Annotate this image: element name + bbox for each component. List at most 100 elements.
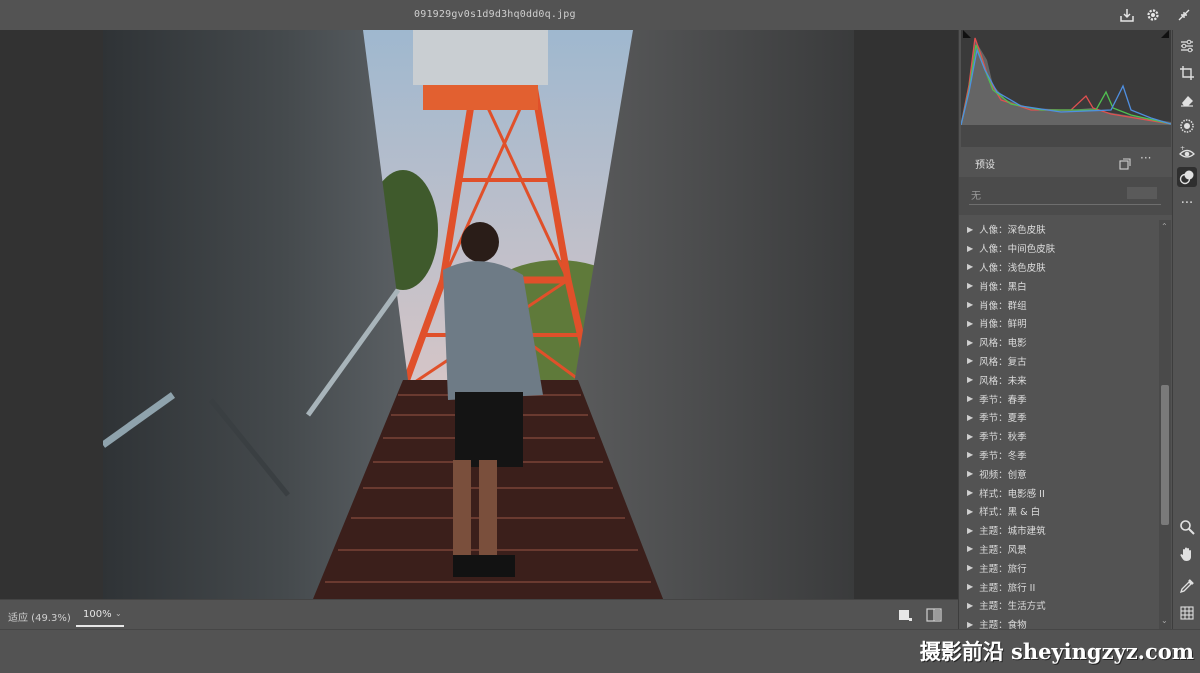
healing-eraser-icon[interactable] xyxy=(1177,90,1197,110)
preset-group-label: 风格：电影 xyxy=(979,338,1027,350)
preset-group-item[interactable]: ▶ 人像：中间色皮肤 xyxy=(959,239,1159,258)
preset-group-label: 主题：食物 xyxy=(979,620,1027,629)
crop-icon[interactable] xyxy=(1177,63,1197,83)
expand-triangle-icon[interactable]: ▶ xyxy=(967,544,973,553)
expand-triangle-icon[interactable]: ▶ xyxy=(967,450,973,459)
preset-group-item[interactable]: ▶ 风格：未来 xyxy=(959,370,1159,389)
eyedropper-icon[interactable] xyxy=(1177,576,1197,596)
expand-triangle-icon[interactable]: ▶ xyxy=(967,244,973,253)
svg-text:+: + xyxy=(1180,145,1185,152)
preset-group-item[interactable]: ▶ 季节：夏季 xyxy=(959,408,1159,427)
more-options-icon[interactable]: ··· xyxy=(1140,151,1151,165)
preset-group-label: 人像：浅色皮肤 xyxy=(979,262,1046,274)
preset-group-item[interactable]: ▶ 肖像：黑白 xyxy=(959,276,1159,295)
watermark-text: 摄影前沿 sheyingzyz.com xyxy=(919,639,1194,664)
expand-triangle-icon[interactable]: ▶ xyxy=(967,488,973,497)
expand-triangle-icon[interactable]: ▶ xyxy=(967,413,973,422)
preset-group-item[interactable]: ▶ 季节：冬季 xyxy=(959,446,1159,465)
preset-group-item[interactable]: ▶ 主题：旅行 II xyxy=(959,577,1159,596)
preset-scrollbar[interactable]: ⌃ ⌄ xyxy=(1159,220,1171,629)
preset-group-item[interactable]: ▶ 主题：风景 xyxy=(959,540,1159,559)
presets-icon[interactable] xyxy=(1177,167,1197,187)
zoom-dropdown[interactable]: 100% ⌄ xyxy=(76,603,124,627)
scroll-thumb[interactable] xyxy=(1161,385,1169,525)
expand-triangle-icon[interactable]: ▶ xyxy=(967,356,973,365)
preset-group-label: 肖像：群组 xyxy=(979,300,1027,312)
preset-group-item[interactable]: ▶ 视频：创意 xyxy=(959,464,1159,483)
preset-group-item[interactable]: ▶ 样式：黑 & 白 xyxy=(959,502,1159,521)
histogram-info-strip xyxy=(961,125,1171,147)
expand-triangle-icon[interactable]: ▶ xyxy=(967,507,973,516)
zoom-icon[interactable] xyxy=(1177,517,1197,537)
photo-image xyxy=(103,30,854,599)
single-view-icon[interactable] xyxy=(897,607,913,621)
scroll-down-icon[interactable]: ⌄ xyxy=(1161,616,1168,625)
expand-triangle-icon[interactable]: ▶ xyxy=(967,526,973,535)
expand-triangle-icon[interactable]: ▶ xyxy=(967,563,973,572)
preset-list: ▶ 人像：深色皮肤 ▶ 人像：中间色皮肤 ▶ 人像：浅色皮肤 ▶ 肖像：黑白 ▶ 肖像：群组 ▶ 肖像… xyxy=(959,220,1159,629)
gear-icon[interactable] xyxy=(1144,6,1162,24)
edit-sliders-icon[interactable] xyxy=(1177,36,1197,56)
expand-triangle-icon[interactable]: ▶ xyxy=(967,338,973,347)
export-icon[interactable] xyxy=(1118,6,1136,24)
expand-triangle-icon[interactable]: ▶ xyxy=(967,375,973,384)
preset-search-input[interactable]: 无 xyxy=(971,187,981,202)
preset-group-label: 季节：秋季 xyxy=(979,432,1027,444)
image-canvas[interactable] xyxy=(0,30,958,599)
preset-group-item[interactable]: ▶ 主题：旅行 xyxy=(959,558,1159,577)
preset-group-label: 人像：中间色皮肤 xyxy=(979,244,1056,256)
preset-group-label: 季节：冬季 xyxy=(979,450,1027,462)
preset-group-item[interactable]: ▶ 风格：复古 xyxy=(959,352,1159,371)
expand-triangle-icon[interactable]: ▶ xyxy=(967,262,973,271)
collapse-icon[interactable] xyxy=(1175,6,1193,24)
canvas-status-bar: 适应 (49.3%) 100% ⌄ xyxy=(0,599,958,629)
preset-group-label: 肖像：鲜明 xyxy=(979,319,1027,331)
right-panel: 预设 ··· 无 ▶ 人像：深色皮肤 ▶ 人像：中间色皮肤 ▶ 人像：浅色皮肤 ▶ 肖像：黑白… xyxy=(958,30,1173,629)
preset-group-label: 主题：旅行 xyxy=(979,563,1027,575)
expand-triangle-icon[interactable]: ▶ xyxy=(967,281,973,290)
preset-group-item[interactable]: ▶ 季节：春季 xyxy=(959,389,1159,408)
presets-header: 预设 ··· xyxy=(959,147,1173,177)
grid-icon[interactable] xyxy=(1177,603,1197,623)
preset-group-label: 主题：生活方式 xyxy=(979,601,1046,613)
preset-amount-field[interactable] xyxy=(1127,187,1157,199)
photo-preview[interactable] xyxy=(103,30,854,599)
preset-group-item[interactable]: ▶ 人像：浅色皮肤 xyxy=(959,258,1159,277)
preset-amount-slider[interactable] xyxy=(969,204,1161,205)
preset-group-item[interactable]: ▶ 主题：城市建筑 xyxy=(959,521,1159,540)
expand-triangle-icon[interactable]: ▶ xyxy=(967,432,973,441)
preset-group-item[interactable]: ▶ 主题：食物 xyxy=(959,615,1159,629)
preset-group-label: 主题：风景 xyxy=(979,544,1027,556)
fit-zoom-label[interactable]: 适应 (49.3%) xyxy=(8,609,71,624)
expand-triangle-icon[interactable]: ▶ xyxy=(967,225,973,234)
hand-icon[interactable] xyxy=(1177,544,1197,564)
preset-group-label: 主题：城市建筑 xyxy=(979,526,1046,538)
preset-group-item[interactable]: ▶ 季节：秋季 xyxy=(959,427,1159,446)
zoom-value: 100% xyxy=(83,609,112,620)
preset-group-label: 季节：春季 xyxy=(979,394,1027,406)
preset-group-item[interactable]: ▶ 肖像：群组 xyxy=(959,295,1159,314)
preset-group-item[interactable]: ▶ 肖像：鲜明 xyxy=(959,314,1159,333)
expand-triangle-icon[interactable]: ▶ xyxy=(967,469,973,478)
preset-group-label: 人像：深色皮肤 xyxy=(979,225,1046,237)
preset-group-label: 季节：夏季 xyxy=(979,413,1027,425)
histogram xyxy=(960,30,1172,126)
mask-icon[interactable] xyxy=(1177,116,1197,136)
preset-group-item[interactable]: ▶ 样式：电影感 II xyxy=(959,483,1159,502)
expand-triangle-icon[interactable]: ▶ xyxy=(967,582,973,591)
expand-triangle-icon[interactable]: ▶ xyxy=(967,394,973,403)
preset-group-item[interactable]: ▶ 风格：电影 xyxy=(959,333,1159,352)
preset-group-item[interactable]: ▶ 人像：深色皮肤 xyxy=(959,220,1159,239)
expand-triangle-icon[interactable]: ▶ xyxy=(967,620,973,629)
expand-triangle-icon[interactable]: ▶ xyxy=(967,601,973,610)
expand-triangle-icon[interactable]: ▶ xyxy=(967,319,973,328)
preset-group-item[interactable]: ▶ 主题：生活方式 xyxy=(959,596,1159,615)
before-after-icon[interactable] xyxy=(926,607,942,622)
new-preset-icon[interactable] xyxy=(1119,155,1131,174)
red-eye-icon[interactable]: + xyxy=(1177,143,1197,163)
bottom-band: 摄影前沿 sheyingzyz.com xyxy=(0,629,1200,673)
presets-title: 预设 xyxy=(975,160,995,171)
expand-triangle-icon[interactable]: ▶ xyxy=(967,300,973,309)
scroll-up-icon[interactable]: ⌃ xyxy=(1161,222,1168,231)
more-tools-icon[interactable]: ··· xyxy=(1177,193,1197,213)
